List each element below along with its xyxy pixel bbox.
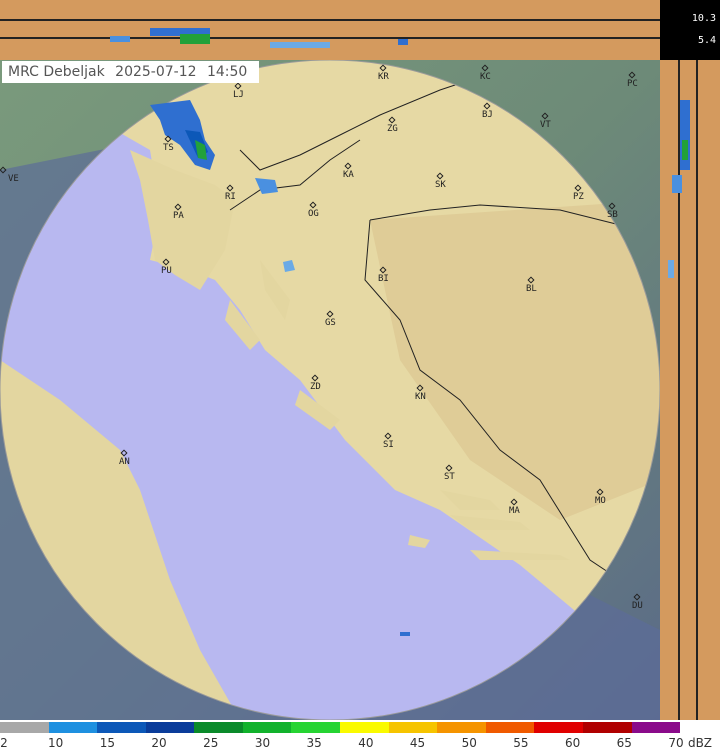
scale-label: 10: [48, 736, 64, 750]
scale-label: 20: [151, 736, 167, 750]
time-label: 14:50: [206, 64, 248, 80]
city-label: SB: [607, 210, 618, 220]
map-canvas: KR KC PC LJ BJ VT ZG TS VE KA SK PZ SB RI PA OG PU BI BL GS…: [0, 60, 660, 720]
city-label: BL: [526, 284, 537, 294]
scale-swatch: [582, 722, 632, 733]
height-label: 10.3: [691, 13, 716, 24]
city-label: BJ: [482, 110, 493, 120]
city-label: MA: [509, 506, 520, 516]
city-label: VT: [540, 120, 551, 130]
height-label: 5.4: [697, 35, 716, 46]
city-label: DU: [632, 601, 643, 611]
scale-bar: [0, 722, 681, 733]
echo-blob: [672, 175, 682, 193]
scale-swatch: [145, 722, 195, 733]
echo-blob: [110, 36, 130, 42]
scale-label: 55: [513, 736, 529, 750]
city-label: PC: [627, 79, 638, 89]
scale-swatch: [631, 722, 681, 733]
scale-label: 40: [358, 736, 374, 750]
city-label: KC: [480, 72, 491, 82]
city-label: KR: [378, 72, 389, 82]
scale-label: 35: [306, 736, 322, 750]
date-label: 2025-07-12: [115, 64, 197, 80]
city-label: AN: [119, 457, 130, 467]
scale-label: 45: [409, 736, 426, 750]
scale-label: 25: [203, 736, 219, 750]
height-scale: 10.3 5.4: [660, 0, 720, 60]
scale-label: 70: [668, 736, 684, 750]
city-label: PZ: [573, 192, 584, 202]
city-label: KN: [415, 392, 426, 402]
city-label: MO: [595, 496, 606, 506]
scale-swatch: [0, 722, 49, 733]
echo-blob: [682, 140, 688, 160]
scale-label: 30: [254, 736, 271, 750]
scale-label: 15: [99, 736, 116, 750]
map-title: MRC Debeljak 2025-07-12 14:50: [2, 61, 260, 83]
echo-blob: [668, 260, 674, 278]
top-cross-section: [0, 0, 660, 60]
station-name: MRC Debeljak: [8, 64, 105, 80]
scale-labels: 2 10 15 20 25 30 35 40 45 50 55 60 65 70 dBZ: [0, 736, 720, 750]
echo-blob: [270, 42, 330, 48]
scale-swatch: [97, 722, 146, 733]
radar-map[interactable]: KR KC PC LJ BJ VT ZG TS VE KA SK PZ SB RI PA OG PU BI BL GS…: [0, 60, 660, 720]
scale-label: 65: [616, 736, 632, 750]
city-label: BI: [378, 274, 389, 284]
city-label: VE: [8, 174, 19, 184]
city-label: RI: [225, 192, 236, 202]
city-label: GS: [325, 318, 336, 328]
city-label: PA: [173, 211, 184, 221]
right-cross-section: [660, 60, 720, 720]
scale-label: 2: [0, 736, 8, 750]
city-label: SK: [435, 180, 446, 190]
city-label: ST: [444, 472, 455, 482]
dbz-color-scale: 2 10 15 20 25 30 35 40 45 50 55 60 65 70 dBZ: [0, 720, 720, 751]
scale-swatch: [242, 722, 292, 733]
radar-display: 10.3 5.4 KR KC PC LJ BJ VT ZG TS VE KA S…: [0, 0, 720, 751]
scale-swatch: [485, 722, 535, 733]
scale-swatch: [340, 722, 389, 733]
scale-swatch: [48, 722, 98, 733]
radar-coverage: [0, 60, 660, 720]
echo-blob: [398, 39, 408, 45]
scale-swatch: [534, 722, 583, 733]
scale-unit: dBZ: [687, 736, 713, 750]
scale-label: 60: [564, 736, 581, 750]
scale-label: 50: [461, 736, 477, 750]
city-label: TS: [163, 143, 174, 153]
city-label: SI: [383, 440, 394, 450]
city-label: OG: [308, 209, 319, 219]
city-label: LJ: [233, 90, 244, 100]
scale-swatch: [194, 722, 243, 733]
city-label: PU: [161, 266, 172, 276]
scale-swatch: [388, 722, 438, 733]
city-label: ZD: [310, 382, 321, 392]
city-label: ZG: [387, 124, 398, 134]
scale-swatch: [437, 722, 486, 733]
scale-swatch: [291, 722, 341, 733]
city-label: KA: [343, 170, 354, 180]
echo-blob: [180, 34, 210, 44]
